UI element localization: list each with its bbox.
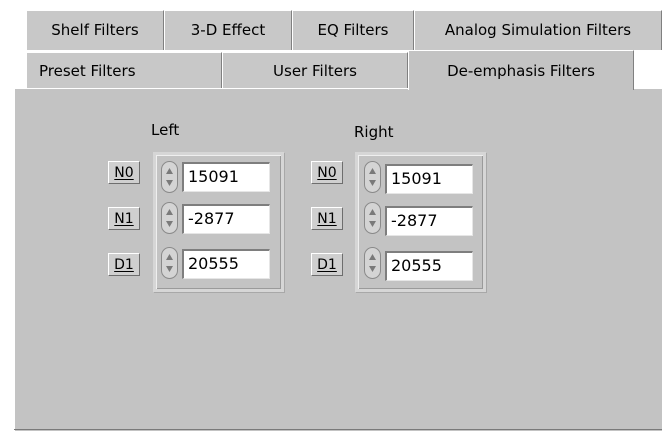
right-n1-input[interactable]: -2877 — [385, 206, 473, 236]
up-down-arrows-icon — [364, 161, 381, 193]
tab-de-emphasis-filters[interactable]: De-emphasis Filters — [408, 50, 634, 90]
right-n1-label: N1 — [311, 207, 343, 230]
tab-user-filters[interactable]: User Filters — [222, 52, 408, 88]
left-group-title: Left — [151, 121, 180, 139]
right-n0-spinner[interactable] — [364, 161, 381, 193]
up-down-arrows-icon — [364, 247, 381, 279]
right-n1-spinner[interactable] — [364, 202, 381, 234]
left-n1-spinner[interactable] — [161, 202, 178, 234]
right-d1-label: D1 — [311, 253, 343, 276]
left-d1-input[interactable]: 20555 — [182, 249, 270, 279]
right-n0-input[interactable]: 15091 — [385, 164, 473, 194]
left-n1-label: N1 — [108, 207, 140, 230]
up-down-arrows-icon — [364, 202, 381, 234]
up-down-arrows-icon — [161, 161, 178, 193]
left-n0-spinner[interactable] — [161, 161, 178, 193]
up-down-arrows-icon — [161, 247, 178, 279]
left-n0-label: N0 — [108, 161, 140, 184]
right-n0-label: N0 — [311, 161, 343, 184]
left-n1-input[interactable]: -2877 — [182, 204, 270, 234]
tab-3d-effect[interactable]: 3-D Effect — [164, 10, 292, 50]
up-down-arrows-icon — [161, 202, 178, 234]
panel-divider — [14, 429, 662, 430]
left-n0-input[interactable]: 15091 — [182, 162, 270, 192]
right-d1-input[interactable]: 20555 — [385, 251, 473, 281]
tab-eq-filters[interactable]: EQ Filters — [292, 10, 414, 50]
left-d1-label: D1 — [108, 253, 140, 276]
left-d1-spinner[interactable] — [161, 247, 178, 279]
tab-preset-filters[interactable]: Preset Filters — [26, 52, 222, 88]
tab-analog-simulation-filters[interactable]: Analog Simulation Filters — [414, 10, 662, 50]
tab-shelf-filters[interactable]: Shelf Filters — [26, 10, 164, 50]
right-group-title: Right — [354, 123, 394, 141]
right-d1-spinner[interactable] — [364, 247, 381, 279]
